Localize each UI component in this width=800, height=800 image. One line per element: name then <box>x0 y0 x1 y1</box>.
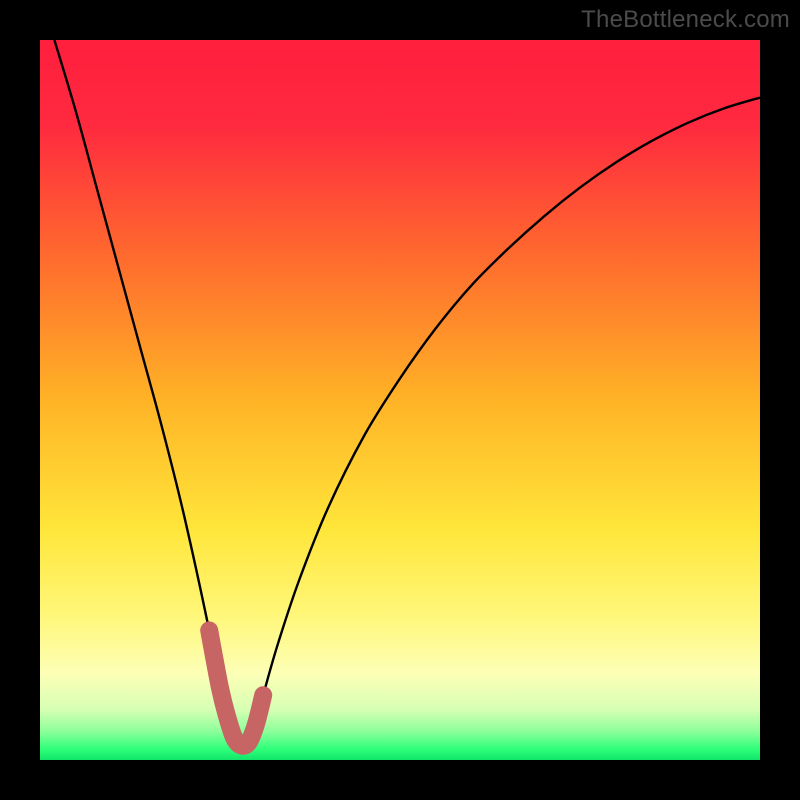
watermark-text: TheBottleneck.com <box>581 6 790 34</box>
plot-area <box>40 40 760 760</box>
chart-frame: TheBottleneck.com <box>0 0 800 800</box>
gradient-background <box>40 40 760 760</box>
